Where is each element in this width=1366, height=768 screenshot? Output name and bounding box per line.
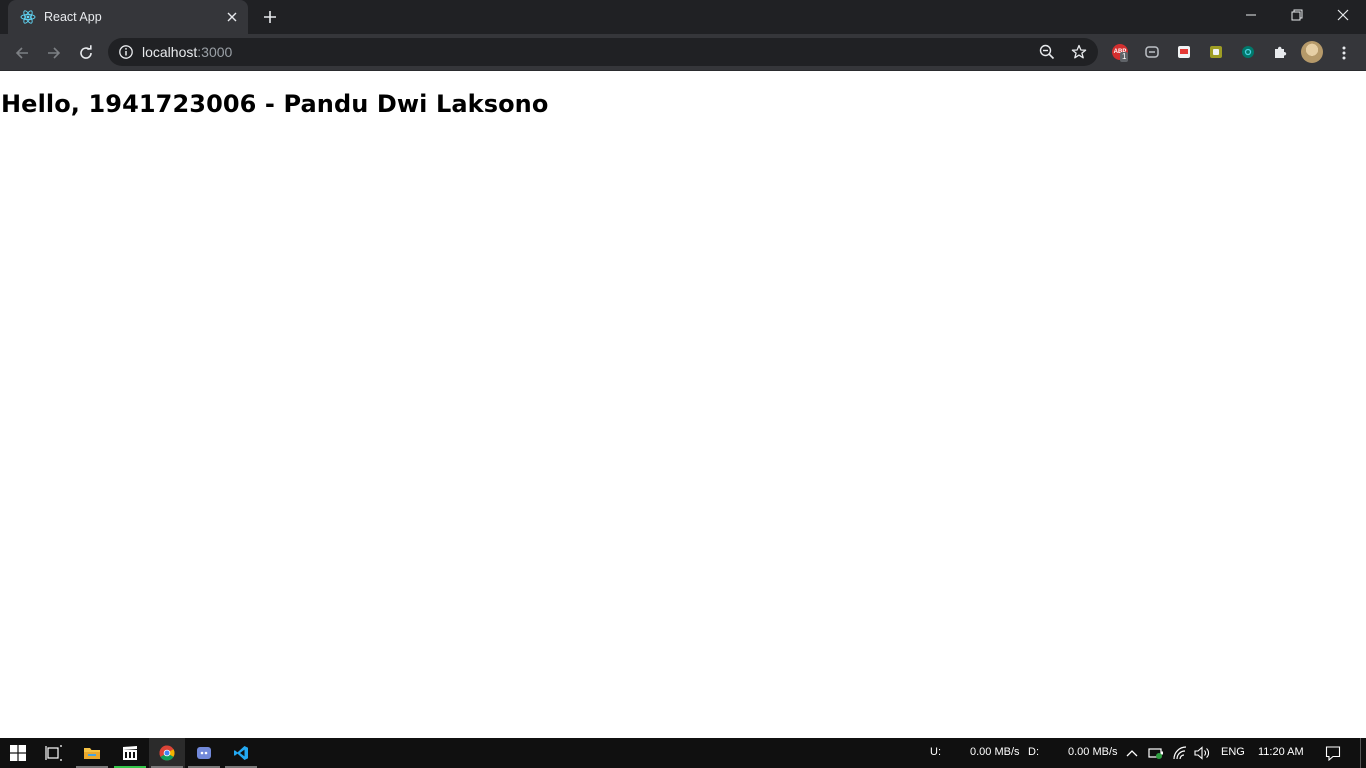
url-port: :3000: [197, 44, 233, 60]
wifi-icon[interactable]: [1172, 745, 1188, 761]
info-icon[interactable]: [118, 44, 134, 60]
file-explorer-icon[interactable]: [74, 738, 110, 768]
tab-strip: React App: [0, 0, 1366, 34]
react-icon: [20, 9, 36, 25]
minimize-icon[interactable]: [1228, 0, 1274, 30]
close-tab-icon[interactable]: [222, 7, 242, 27]
battery-icon[interactable]: [1148, 745, 1164, 761]
extension-icon[interactable]: [1238, 42, 1258, 62]
task-view-icon[interactable]: [36, 738, 72, 768]
adblock-icon[interactable]: ABP 1: [1110, 42, 1130, 62]
address-bar[interactable]: localhost:3000: [108, 38, 1098, 66]
restore-icon[interactable]: [1274, 0, 1320, 30]
back-arrow-icon[interactable]: [8, 39, 36, 67]
media-app-icon[interactable]: [112, 738, 148, 768]
upload-label: U:: [930, 746, 941, 758]
puzzle-icon[interactable]: [1270, 42, 1290, 62]
star-icon[interactable]: [1070, 43, 1088, 61]
menu-kebab-icon[interactable]: [1330, 39, 1358, 67]
chevron-up-icon[interactable]: [1124, 745, 1140, 761]
close-window-icon[interactable]: [1320, 0, 1366, 30]
extension-icon[interactable]: [1142, 42, 1162, 62]
browser-toolbar: localhost:3000 ABP 1: [0, 34, 1366, 71]
vscode-icon[interactable]: [223, 738, 259, 768]
browser-tab[interactable]: React App: [8, 0, 248, 34]
profile-avatar[interactable]: [1301, 41, 1323, 63]
extension-icon[interactable]: [1206, 42, 1226, 62]
chrome-icon[interactable]: [149, 738, 185, 768]
volume-icon[interactable]: [1194, 745, 1210, 761]
download-speed: 0.00 MB/s: [1068, 746, 1118, 758]
new-tab-icon[interactable]: [259, 6, 281, 28]
notifications-icon[interactable]: [1325, 745, 1341, 761]
upload-speed: 0.00 MB/s: [970, 746, 1020, 758]
discord-icon[interactable]: [186, 738, 222, 768]
download-label: D:: [1028, 746, 1039, 758]
windows-taskbar: U: 0.00 MB/s D: 0.00 MB/s ENG 11:20 AM: [0, 738, 1366, 768]
zoom-out-icon[interactable]: [1038, 43, 1056, 61]
tab-title: React App: [44, 10, 102, 24]
extension-icon[interactable]: [1174, 42, 1194, 62]
show-desktop-button[interactable]: [1360, 738, 1366, 768]
url-host: localhost: [142, 44, 198, 60]
reload-icon[interactable]: [72, 39, 100, 67]
page-content: Hello, 1941723006 - Pandu Dwi Laksono: [0, 72, 1366, 738]
windows-start-icon[interactable]: [0, 738, 36, 768]
forward-arrow-icon[interactable]: [40, 39, 68, 67]
language-indicator[interactable]: ENG: [1221, 746, 1245, 758]
clock[interactable]: 11:20 AM: [1258, 746, 1304, 758]
page-heading: Hello, 1941723006 - Pandu Dwi Laksono: [1, 90, 549, 118]
extension-badge: 1: [1120, 52, 1129, 62]
